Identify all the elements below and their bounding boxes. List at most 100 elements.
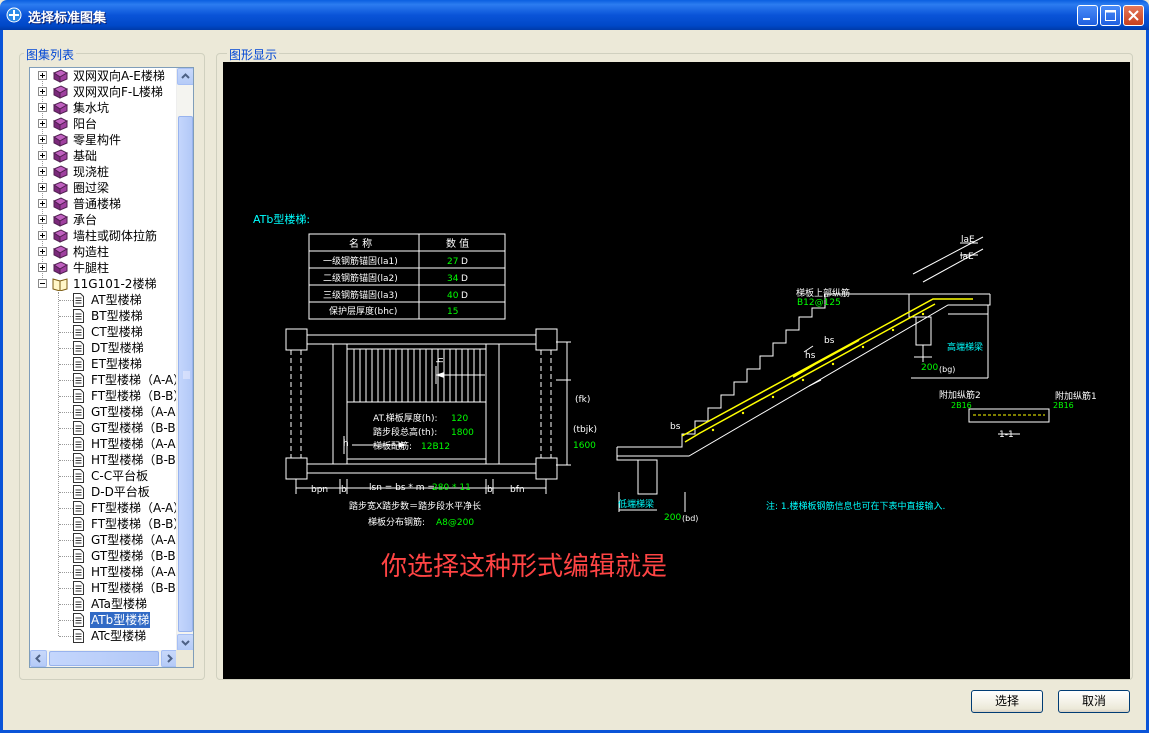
expand-icon[interactable] (38, 215, 47, 224)
tree-item[interactable]: 构造柱 (30, 244, 178, 260)
tree-item[interactable]: C-C平台板 (30, 468, 178, 484)
tree-item[interactable]: DT型楼梯 (30, 340, 178, 356)
document-icon (73, 613, 84, 627)
expand-icon[interactable] (38, 87, 47, 96)
cancel-button[interactable]: 取消 (1058, 690, 1130, 713)
total-height-value: 1800 (451, 428, 474, 438)
low-beam-label: 低端梯梁 (618, 498, 654, 510)
tree-item[interactable]: HT型楼梯（A-A） (30, 436, 178, 452)
maximize-button[interactable] (1100, 5, 1121, 26)
scroll-up-button[interactable] (177, 68, 193, 85)
tree-item[interactable]: 双网双向F-L楼梯 (30, 84, 178, 100)
tree-connector (59, 444, 73, 445)
close-button[interactable] (1123, 5, 1144, 26)
tree-item[interactable]: 基础 (30, 148, 178, 164)
tree-item[interactable]: AT型楼梯 (30, 292, 178, 308)
document-icon (73, 309, 84, 323)
tree-connector (59, 380, 73, 381)
drawing-heading: ATb型楼梯: (253, 212, 310, 226)
tree-item-label: HT型楼梯（A-A） (91, 565, 178, 579)
tree-item[interactable]: 圈过梁 (30, 180, 178, 196)
tree-item[interactable]: HT型楼梯（B-B） (30, 452, 178, 468)
tree-item[interactable]: 11G101-2楼梯 (30, 276, 178, 292)
expand-icon[interactable] (38, 247, 47, 256)
expand-icon[interactable] (38, 167, 47, 176)
book-icon (52, 69, 68, 83)
tree-item[interactable]: 现浇桩 (30, 164, 178, 180)
vertical-scroll-thumb[interactable] (178, 116, 193, 632)
collapse-icon[interactable] (38, 279, 47, 288)
document-icon (73, 501, 84, 515)
slab-thickness-value: 120 (451, 414, 468, 424)
book-icon (52, 181, 68, 195)
expand-icon[interactable] (38, 135, 47, 144)
expand-icon[interactable] (38, 263, 47, 272)
table-row-value: 40 (447, 291, 459, 301)
expand-icon[interactable] (38, 151, 47, 160)
tree-item[interactable]: ATa型楼梯 (30, 596, 178, 612)
lsn-formula: lsn = bs * m = (369, 483, 435, 493)
tree-item[interactable]: FT型楼梯（A-A） (30, 500, 178, 516)
expand-icon[interactable] (38, 71, 47, 80)
tree-horizontal-scrollbar[interactable] (30, 650, 178, 667)
tree-item[interactable]: HT型楼梯（B-B） (30, 580, 178, 596)
section-dimensions (618, 236, 989, 512)
tree-item[interactable]: ATc型楼梯 (30, 628, 178, 644)
tree-item[interactable]: GT型楼梯（B-B） (30, 548, 178, 564)
tree-item[interactable]: FT型楼梯（B-B） (30, 388, 178, 404)
tree-item[interactable]: GT型楼梯（B-B） (30, 420, 178, 436)
tree-connector (59, 316, 73, 317)
tree-item[interactable]: 双网双向A-E楼梯 (30, 68, 178, 84)
horizontal-scroll-thumb[interactable] (49, 651, 159, 666)
tree-item[interactable]: ATb型楼梯 (30, 612, 178, 628)
document-icon (73, 533, 84, 547)
chevron-down-icon (181, 640, 190, 646)
tree-connector (59, 364, 73, 365)
close-icon (1128, 10, 1139, 21)
tree-item[interactable]: BT型楼梯 (30, 308, 178, 324)
expand-icon[interactable] (38, 103, 47, 112)
title-bar[interactable]: 选择标准图集 (0, 0, 1149, 30)
scroll-left-button[interactable] (30, 650, 47, 667)
plan-h-mark: h (436, 357, 446, 363)
stair-plan (285, 328, 571, 494)
tree-item[interactable]: 墙柱或砌体拉筋 (30, 228, 178, 244)
high-beam-bg: (bg) (939, 365, 955, 374)
tree-item[interactable]: GT型楼梯（A-A） (30, 404, 178, 420)
table-row-name: 一级钢筋锚固(la1) (323, 255, 398, 267)
tree-item-label: AT型楼梯 (91, 293, 142, 307)
tree-item[interactable]: 阳台 (30, 116, 178, 132)
table-row-unit: D (461, 257, 468, 267)
table-row-value: 27 (447, 257, 458, 267)
tree-item[interactable]: GT型楼梯（A-A） (30, 532, 178, 548)
add-rebar2-value: 2B16 (951, 401, 972, 410)
tree-item[interactable]: 普通楼梯 (30, 196, 178, 212)
tree-item[interactable]: 承台 (30, 212, 178, 228)
tree-item[interactable]: HT型楼梯（A-A） (30, 564, 178, 580)
grip-icon (183, 371, 190, 379)
tree-item-label: GT型楼梯（A-A） (91, 533, 178, 547)
tree-item[interactable]: ET型楼梯 (30, 356, 178, 372)
expand-icon[interactable] (38, 119, 47, 128)
fk-label: (fk) (575, 395, 590, 405)
expand-icon[interactable] (38, 199, 47, 208)
expand-icon[interactable] (38, 183, 47, 192)
minimize-icon (1083, 18, 1090, 20)
tree-item[interactable]: 集水坑 (30, 100, 178, 116)
tree-group-label: 图集列表 (24, 46, 77, 63)
drawing-canvas[interactable]: ATb型楼梯: 名 称 数 值 一级钢筋锚固(la1) 27 D 二级钢筋锚固(… (223, 62, 1130, 679)
tree-item[interactable]: FT型楼梯（B-B） (30, 516, 178, 532)
tree-item[interactable]: 牛腿柱 (30, 260, 178, 276)
tree-item[interactable]: CT型楼梯 (30, 324, 178, 340)
stair-section (616, 293, 991, 495)
tree-item[interactable]: D-D平台板 (30, 484, 178, 500)
tree-item-label: 阳台 (73, 117, 98, 131)
tree-vertical-scrollbar[interactable] (176, 68, 193, 651)
scroll-down-button[interactable] (177, 634, 193, 651)
tree-item[interactable]: FT型楼梯（A-A） (30, 372, 178, 388)
expand-icon[interactable] (38, 231, 47, 240)
tree-item[interactable]: 零星构件 (30, 132, 178, 148)
tree-view[interactable]: 双网双向A-E楼梯 双网双向F-L楼梯 集水坑 阳台 零星构件 基础 现浇桩 圈过梁 普通楼梯承… (29, 67, 194, 668)
minimize-button[interactable] (1077, 5, 1098, 26)
select-button[interactable]: 选择 (971, 690, 1043, 713)
